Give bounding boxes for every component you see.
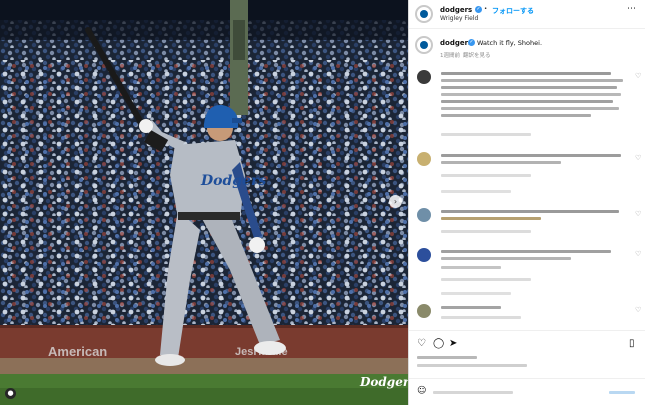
comment-avatar[interactable] — [417, 152, 431, 166]
comment-avatar[interactable] — [417, 208, 431, 222]
comment-meta-blur — [441, 316, 521, 319]
post-side-panel: dodgers ✓ • フォローする Wrigley Field ⋯ dodge… — [408, 0, 645, 405]
user-tag-icon[interactable]: ● — [5, 388, 16, 399]
more-options-icon[interactable]: ⋯ — [627, 4, 636, 14]
comment-avatar[interactable] — [417, 248, 431, 262]
action-divider — [409, 330, 645, 331]
likes-blur — [417, 364, 527, 367]
share-icon[interactable]: ➤ — [449, 338, 457, 349]
like-comment-icon[interactable]: ♡ — [635, 306, 641, 314]
comment-meta-blur — [441, 292, 511, 295]
comment-blur-line — [441, 217, 541, 220]
caption-text: Watch it fly, Shohei. — [477, 39, 543, 47]
caption-time: 1週間前 — [440, 53, 460, 59]
comment-blur-line — [441, 86, 617, 89]
comment-blur-line — [441, 72, 611, 75]
comment-blur-line — [441, 306, 501, 309]
like-comment-icon[interactable]: ♡ — [635, 210, 641, 218]
comment-blur-line — [441, 161, 561, 164]
like-comment-icon[interactable]: ♡ — [635, 250, 641, 258]
dot-separator: • — [484, 6, 488, 12]
ad-left-text: American — [48, 344, 107, 359]
comment-meta-blur — [441, 133, 531, 136]
follow-button[interactable]: フォローする — [492, 6, 534, 16]
like-comment-icon[interactable]: ♡ — [635, 72, 641, 80]
comment-blur-line — [441, 100, 613, 103]
caption-avatar[interactable] — [415, 36, 433, 54]
location-link[interactable]: Wrigley Field — [440, 15, 478, 22]
emoji-icon[interactable]: ☺ — [417, 386, 426, 396]
account-avatar[interactable] — [415, 5, 433, 23]
comment-avatar[interactable] — [417, 70, 431, 84]
save-icon[interactable]: ▯ — [629, 338, 635, 349]
comment-blur-line — [441, 154, 621, 157]
verified-badge-icon: ✓ — [475, 6, 482, 13]
comment-meta-blur — [441, 190, 511, 193]
comment-blur-line — [441, 266, 501, 269]
like-comment-icon[interactable]: ♡ — [635, 154, 641, 162]
caption-verified-icon: ✓ — [468, 39, 475, 46]
comment-meta-blur — [441, 174, 531, 177]
comment-blur-line — [441, 250, 611, 253]
jersey-text: Dodgers — [200, 173, 266, 189]
comment-blur-line — [441, 114, 591, 117]
comment-meta-blur — [441, 278, 531, 281]
comment-blur-line — [441, 257, 571, 260]
comment-divider — [409, 378, 645, 379]
next-photo-button[interactable]: › — [389, 195, 402, 208]
comment-blur-line — [441, 93, 621, 96]
comment-avatar[interactable] — [417, 304, 431, 318]
comment-blur-line — [441, 210, 619, 213]
post-photo[interactable]: American JesHardie — [0, 0, 408, 405]
post-comment-button[interactable] — [609, 391, 635, 394]
comment-meta-blur — [441, 230, 531, 233]
post-header: dodgers ✓ • フォローする Wrigley Field ⋯ — [409, 0, 645, 29]
photo-canvas: American JesHardie — [0, 0, 408, 405]
comment-blur-line — [441, 107, 619, 110]
comment-input-placeholder[interactable] — [433, 391, 513, 394]
account-name[interactable]: dodgers — [440, 6, 472, 14]
likes-blur — [417, 356, 477, 359]
comment-icon[interactable]: ◯ — [433, 338, 444, 349]
like-post-icon[interactable]: ♡ — [417, 338, 426, 349]
comment-blur-line — [441, 79, 623, 82]
translate-link[interactable]: 翻訳を見る — [463, 51, 491, 59]
dodgers-wordmark-logo: Dodgers — [360, 375, 408, 389]
